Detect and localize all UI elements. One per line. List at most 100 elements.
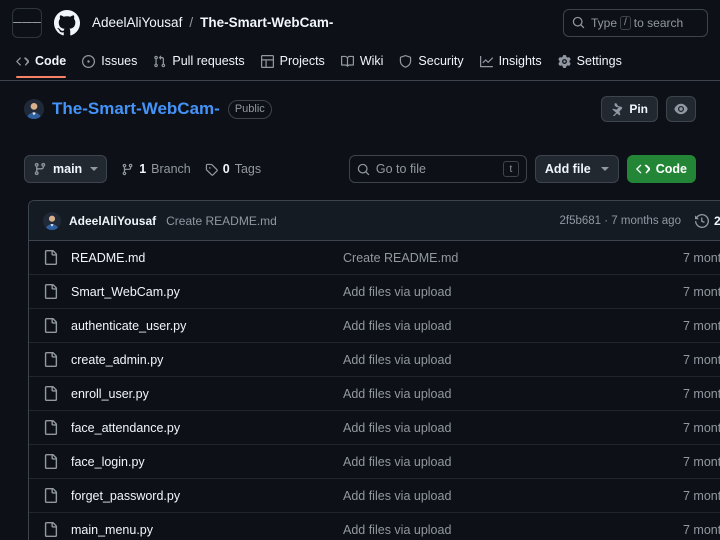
table-row[interactable]: main_menu.pyAdd files via upload7 months… bbox=[29, 513, 720, 540]
tab-projects[interactable]: Projects bbox=[253, 45, 333, 78]
tag-icon bbox=[205, 163, 218, 176]
table-row[interactable]: Smart_WebCam.pyAdd files via upload7 mon… bbox=[29, 275, 720, 309]
gear-icon bbox=[558, 55, 571, 68]
file-name-link[interactable]: authenticate_user.py bbox=[71, 319, 343, 333]
file-icon bbox=[43, 352, 58, 367]
file-commit-message[interactable]: Add files via upload bbox=[343, 285, 683, 299]
file-commit-message[interactable]: Create README.md bbox=[343, 251, 683, 265]
file-commit-time: 7 months ago bbox=[683, 421, 720, 435]
file-name-link[interactable]: face_login.py bbox=[71, 455, 343, 469]
table-row[interactable]: enroll_user.pyAdd files via upload7 mont… bbox=[29, 377, 720, 411]
branch-count-label: Branch bbox=[151, 162, 191, 176]
file-list-panel: AdeelAliYousaf Create README.md 2f5b681 … bbox=[28, 200, 720, 540]
search-key-hint: / bbox=[620, 16, 631, 30]
file-commit-message[interactable]: Add files via upload bbox=[343, 455, 683, 469]
file-type-icon bbox=[43, 318, 59, 333]
table-row[interactable]: face_login.pyAdd files via upload7 month… bbox=[29, 445, 720, 479]
hamburger-bar bbox=[32, 22, 41, 24]
file-commit-message[interactable]: Add files via upload bbox=[343, 353, 683, 367]
file-name-link[interactable]: enroll_user.py bbox=[71, 387, 343, 401]
file-name-link[interactable]: main_menu.py bbox=[71, 523, 343, 537]
branch-count[interactable]: 1 Branch bbox=[121, 162, 191, 176]
tab-wiki[interactable]: Wiki bbox=[333, 45, 392, 78]
table-row[interactable]: create_admin.pyAdd files via upload7 mon… bbox=[29, 343, 720, 377]
pin-button[interactable]: Pin bbox=[601, 96, 658, 122]
tab-security[interactable]: Security bbox=[391, 45, 471, 78]
tab-label: Settings bbox=[577, 45, 622, 78]
tab-label: Wiki bbox=[360, 45, 384, 78]
commit-count-value: 2 bbox=[714, 214, 720, 228]
table-row[interactable]: authenticate_user.pyAdd files via upload… bbox=[29, 309, 720, 343]
tag-count-label: Tags bbox=[235, 162, 261, 176]
file-commit-message[interactable]: Add files via upload bbox=[343, 387, 683, 401]
chevron-down-icon bbox=[90, 167, 98, 171]
chevron-down-icon bbox=[601, 167, 609, 171]
tab-issues[interactable]: Issues bbox=[74, 45, 145, 78]
file-icon bbox=[43, 318, 58, 333]
search-input[interactable]: Type / to search bbox=[563, 9, 708, 37]
breadcrumb-owner[interactable]: AdeelAliYousaf bbox=[92, 15, 182, 30]
commit-meta: 2f5b681 · 7 months ago bbox=[559, 215, 680, 227]
commit-message[interactable]: Create README.md bbox=[166, 214, 277, 228]
graph-icon bbox=[480, 55, 493, 68]
file-type-icon bbox=[43, 488, 59, 503]
code-icon bbox=[16, 55, 29, 68]
file-commit-time: 7 months ago bbox=[683, 387, 720, 401]
tab-pull-requests[interactable]: Pull requests bbox=[145, 45, 252, 78]
file-commit-message[interactable]: Add files via upload bbox=[343, 489, 683, 503]
watch-button[interactable] bbox=[666, 96, 696, 122]
shield-icon bbox=[399, 55, 412, 68]
file-type-icon bbox=[43, 522, 59, 537]
tag-count[interactable]: 0 Tags bbox=[205, 162, 261, 176]
history-icon bbox=[695, 214, 709, 228]
commit-history-link[interactable]: 2 Commits bbox=[695, 214, 720, 228]
search-placeholder-suffix: to search bbox=[634, 16, 683, 30]
hamburger-menu-icon[interactable] bbox=[12, 8, 42, 38]
file-commit-message[interactable]: Add files via upload bbox=[343, 421, 683, 435]
owner-avatar[interactable] bbox=[24, 99, 44, 119]
file-name-link[interactable]: README.md bbox=[71, 251, 343, 265]
add-file-button[interactable]: Add file bbox=[535, 155, 619, 183]
book-icon bbox=[341, 55, 354, 68]
breadcrumb: AdeelAliYousaf / The-Smart-WebCam- bbox=[92, 15, 333, 30]
file-commit-time: 7 months ago bbox=[683, 353, 720, 367]
global-header: AdeelAliYousaf / The-Smart-WebCam- Type … bbox=[0, 0, 720, 45]
file-name-link[interactable]: create_admin.py bbox=[71, 353, 343, 367]
file-commit-time: 7 months ago bbox=[683, 251, 720, 265]
search-placeholder-prefix: Type bbox=[591, 16, 617, 30]
search-icon bbox=[572, 16, 585, 29]
code-button[interactable]: Code bbox=[627, 155, 696, 183]
file-icon bbox=[43, 420, 58, 435]
commit-bar-right: 2f5b681 · 7 months ago 2 Commits bbox=[559, 214, 720, 228]
file-icon bbox=[43, 284, 58, 299]
toolbar-right-group: Go to file t Add file Code bbox=[349, 155, 696, 183]
file-commit-message[interactable]: Add files via upload bbox=[343, 319, 683, 333]
latest-commit-bar: AdeelAliYousaf Create README.md 2f5b681 … bbox=[29, 201, 720, 241]
tab-code[interactable]: Code bbox=[8, 45, 74, 78]
file-name-link[interactable]: face_attendance.py bbox=[71, 421, 343, 435]
table-row[interactable]: README.mdCreate README.md7 months ago bbox=[29, 241, 720, 275]
table-row[interactable]: face_attendance.pyAdd files via upload7 … bbox=[29, 411, 720, 445]
commit-author-name[interactable]: AdeelAliYousaf bbox=[69, 214, 156, 228]
commit-author-avatar[interactable] bbox=[43, 212, 61, 230]
file-icon bbox=[43, 454, 58, 469]
page-title[interactable]: The-Smart-WebCam- bbox=[52, 99, 220, 119]
branch-selector-button[interactable]: main bbox=[24, 155, 107, 183]
tab-insights[interactable]: Insights bbox=[472, 45, 550, 78]
go-to-file-input[interactable]: Go to file t bbox=[349, 155, 527, 183]
file-icon bbox=[43, 250, 58, 265]
breadcrumb-repo[interactable]: The-Smart-WebCam- bbox=[200, 15, 333, 30]
file-type-icon bbox=[43, 386, 59, 401]
table-row[interactable]: forget_password.pyAdd files via upload7 … bbox=[29, 479, 720, 513]
tab-label: Insights bbox=[499, 45, 542, 78]
tab-settings[interactable]: Settings bbox=[550, 45, 630, 78]
file-name-link[interactable]: Smart_WebCam.py bbox=[71, 285, 343, 299]
file-commit-message[interactable]: Add files via upload bbox=[343, 523, 683, 537]
tab-label: Security bbox=[418, 45, 463, 78]
refs-group: 1 Branch 0 Tags bbox=[121, 162, 261, 176]
file-name-link[interactable]: forget_password.py bbox=[71, 489, 343, 503]
header-right-group: Type / to search bbox=[563, 9, 708, 37]
tab-label: Pull requests bbox=[172, 45, 244, 78]
github-logo-icon[interactable] bbox=[54, 10, 80, 36]
file-type-icon bbox=[43, 250, 59, 265]
